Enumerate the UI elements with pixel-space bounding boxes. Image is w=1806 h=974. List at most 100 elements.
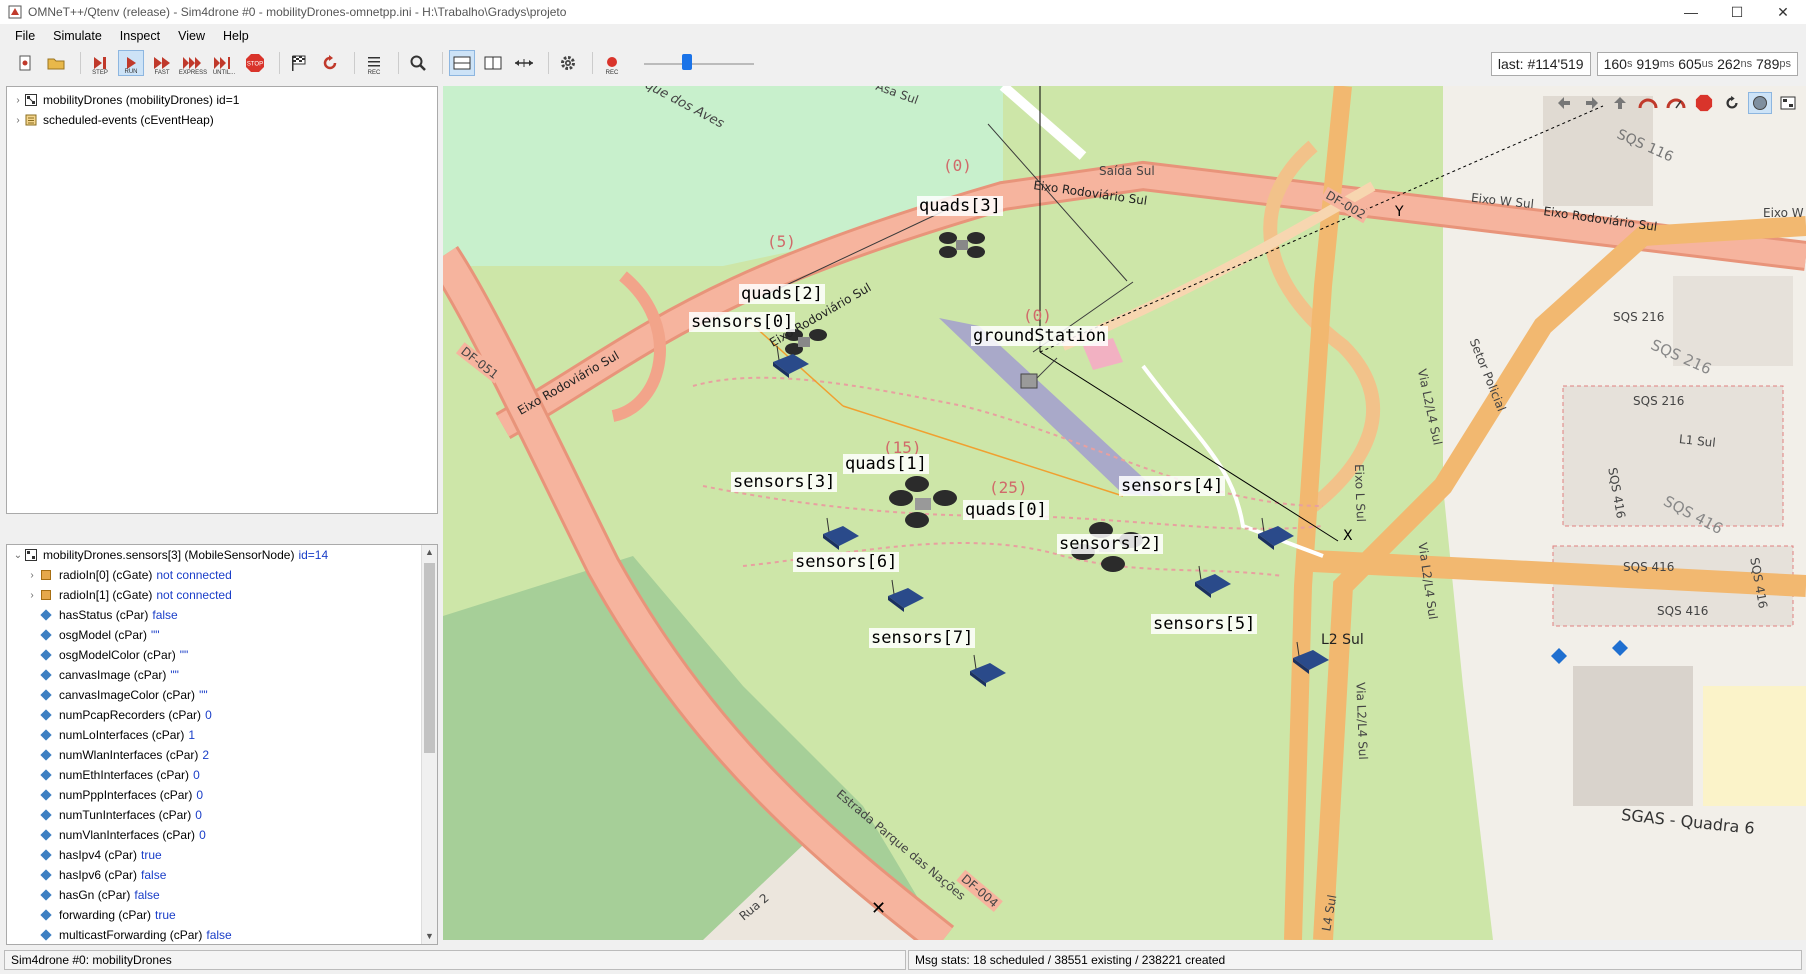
- eventlog-recording-button[interactable]: REC: [361, 50, 387, 76]
- scroll-up-icon[interactable]: ▲: [422, 545, 437, 560]
- expand-arrow-icon[interactable]: ›: [11, 95, 25, 106]
- module-icon: [25, 549, 37, 561]
- stop-button[interactable]: STOP: [242, 50, 268, 76]
- parameter-row[interactable]: canvasImage (cPar) "": [11, 665, 437, 685]
- parameter-row[interactable]: osgModelColor (cPar) "": [11, 645, 437, 665]
- parameter-row[interactable]: numEthInterfaces (cPar) 0: [11, 765, 437, 785]
- menu-view[interactable]: View: [169, 29, 214, 43]
- inspected-object-header[interactable]: ⌄ mobilityDrones.sensors[3] (MobileSenso…: [11, 545, 437, 565]
- run-button[interactable]: RUN: [118, 50, 144, 76]
- gate-row[interactable]: › radioIn[1] (cGate) not connected: [11, 585, 437, 605]
- map-label-via-l2-l4: Via L2/L4 Sul: [1353, 682, 1371, 760]
- minimize-button[interactable]: —: [1668, 0, 1714, 24]
- find-button[interactable]: [405, 50, 431, 76]
- canvas-parent-button[interactable]: [1608, 92, 1632, 114]
- scroll-down-icon[interactable]: ▼: [422, 929, 437, 944]
- canvas-refresh-button[interactable]: [1720, 92, 1744, 114]
- expand-arrow-icon[interactable]: ›: [25, 590, 39, 601]
- horizontal-layout-icon: [453, 56, 471, 70]
- parameter-row[interactable]: hasStatus (cPar) false: [11, 605, 437, 625]
- collapse-arrow-icon[interactable]: ⌄: [11, 550, 25, 561]
- node-label-quads-3[interactable]: quads[3]: [917, 196, 1003, 216]
- menu-simulate[interactable]: Simulate: [44, 29, 111, 43]
- preferences-button[interactable]: [555, 50, 581, 76]
- expand-arrow-icon[interactable]: ›: [11, 115, 25, 126]
- node-label-quads-2[interactable]: quads[2]: [739, 284, 825, 304]
- canvas-3d-view-button[interactable]: [1748, 92, 1772, 114]
- node-label-quads-0[interactable]: quads[0]: [963, 500, 1049, 520]
- run-until-button[interactable]: UNTIL...: [211, 50, 237, 76]
- slider-thumb[interactable]: [682, 54, 692, 70]
- load-ned-button[interactable]: [43, 50, 69, 76]
- parameter-row[interactable]: hasIpv4 (cPar) true: [11, 845, 437, 865]
- property-scrollbar[interactable]: ▲ ▼: [421, 545, 437, 944]
- property-value: false: [134, 888, 160, 902]
- menu-inspect[interactable]: Inspect: [111, 29, 169, 43]
- node-label-sensors-0[interactable]: sensors[0]: [689, 312, 796, 332]
- parameter-row[interactable]: numPppInterfaces (cPar) 0: [11, 785, 437, 805]
- parameter-row[interactable]: numTunInterfaces (cPar) 0: [11, 805, 437, 825]
- express-button[interactable]: EXPRESS: [179, 50, 207, 76]
- sensor-icon[interactable]: [1258, 517, 1294, 550]
- maximize-button[interactable]: ☐: [1714, 0, 1760, 24]
- rebuild-network-button[interactable]: [286, 50, 312, 76]
- parameter-row[interactable]: multicastForwarding (cPar) false: [11, 925, 437, 945]
- search-icon: [410, 55, 426, 71]
- refresh-button[interactable]: [317, 50, 343, 76]
- node-label-sensors-7[interactable]: sensors[7]: [869, 628, 976, 648]
- sensor-icon[interactable]: [970, 654, 1006, 687]
- parameter-row[interactable]: numPcapRecorders (cPar) 0: [11, 705, 437, 725]
- node-label-sensors-4[interactable]: sensors[4]: [1119, 476, 1226, 496]
- network-canvas[interactable]: Parque dos Aves Eixo Rodoviário Sul Eixo…: [443, 86, 1806, 940]
- ground-station-icon[interactable]: [1020, 357, 1058, 389]
- parameter-row[interactable]: numLoInterfaces (cPar) 1: [11, 725, 437, 745]
- close-button[interactable]: ✕: [1760, 0, 1806, 24]
- node-label-quads-1[interactable]: quads[1]: [843, 454, 929, 474]
- sensor-icon[interactable]: [888, 579, 924, 612]
- node-label-sensors-5[interactable]: sensors[5]: [1151, 614, 1258, 634]
- horizontal-layout-button[interactable]: [449, 50, 475, 76]
- parameter-row[interactable]: hasIpv6 (cPar) false: [11, 865, 437, 885]
- gate-row[interactable]: › radioIn[0] (cGate) not connected: [11, 565, 437, 585]
- diamond-marker-icon: [1551, 640, 1628, 664]
- node-label-sensors-6[interactable]: sensors[6]: [793, 552, 900, 572]
- new-network-button[interactable]: [12, 50, 38, 76]
- record-video-button[interactable]: REC: [599, 50, 625, 76]
- scrollbar-thumb[interactable]: [424, 563, 435, 753]
- inspected-object-id: id=14: [298, 548, 329, 562]
- menu-file[interactable]: File: [6, 29, 44, 43]
- parameter-row[interactable]: forwarding (cPar) true: [11, 905, 437, 925]
- step-button[interactable]: STEP: [87, 50, 113, 76]
- stop-icon-text: STOP: [247, 62, 263, 68]
- parameter-row[interactable]: numVlanInterfaces (cPar) 0: [11, 825, 437, 845]
- menu-help[interactable]: Help: [214, 29, 258, 43]
- canvas-forward-button[interactable]: [1580, 92, 1604, 114]
- node-label-groundstation[interactable]: groundStation: [971, 326, 1109, 346]
- event-counter: last: #114'519: [1490, 52, 1591, 76]
- canvas-stop-button[interactable]: [1692, 92, 1716, 114]
- canvas-back-button[interactable]: [1552, 92, 1576, 114]
- vertical-layout-button[interactable]: [480, 50, 506, 76]
- quadcopter-icon[interactable]: [889, 476, 957, 528]
- timeline-icon: [515, 59, 533, 67]
- tree-item-mobilitydrones[interactable]: › mobilityDrones (mobilityDrones) id=1: [11, 90, 437, 110]
- parameter-row[interactable]: hasGn (cPar) false: [11, 885, 437, 905]
- property-value: not connected: [156, 588, 232, 602]
- node-label-sensors-2[interactable]: sensors[2]: [1057, 534, 1164, 554]
- canvas-2d-view-button[interactable]: [1776, 92, 1800, 114]
- status-bar: Sim4drone #0: mobilityDrones Msg stats: …: [0, 948, 1806, 972]
- node-label-sensors-3[interactable]: sensors[3]: [731, 472, 838, 492]
- tree-item-scheduled-events[interactable]: › scheduled-events (cEventHeap): [11, 110, 437, 130]
- parameter-row[interactable]: canvasImageColor (cPar) "": [11, 685, 437, 705]
- parameter-row[interactable]: numWlanInterfaces (cPar) 2: [11, 745, 437, 765]
- canvas-run-local-button[interactable]: [1636, 92, 1660, 114]
- expand-arrow-icon[interactable]: ›: [25, 570, 39, 581]
- sensor-icon[interactable]: [1195, 565, 1231, 598]
- sensor-icon[interactable]: [823, 517, 859, 550]
- quadcopter-icon[interactable]: [939, 232, 985, 258]
- timeline-button[interactable]: [511, 50, 537, 76]
- canvas-fast-local-button[interactable]: [1664, 92, 1688, 114]
- parameter-row[interactable]: osgModel (cPar) "": [11, 625, 437, 645]
- animation-speed-slider[interactable]: [644, 53, 754, 73]
- fast-button[interactable]: FAST: [149, 50, 175, 76]
